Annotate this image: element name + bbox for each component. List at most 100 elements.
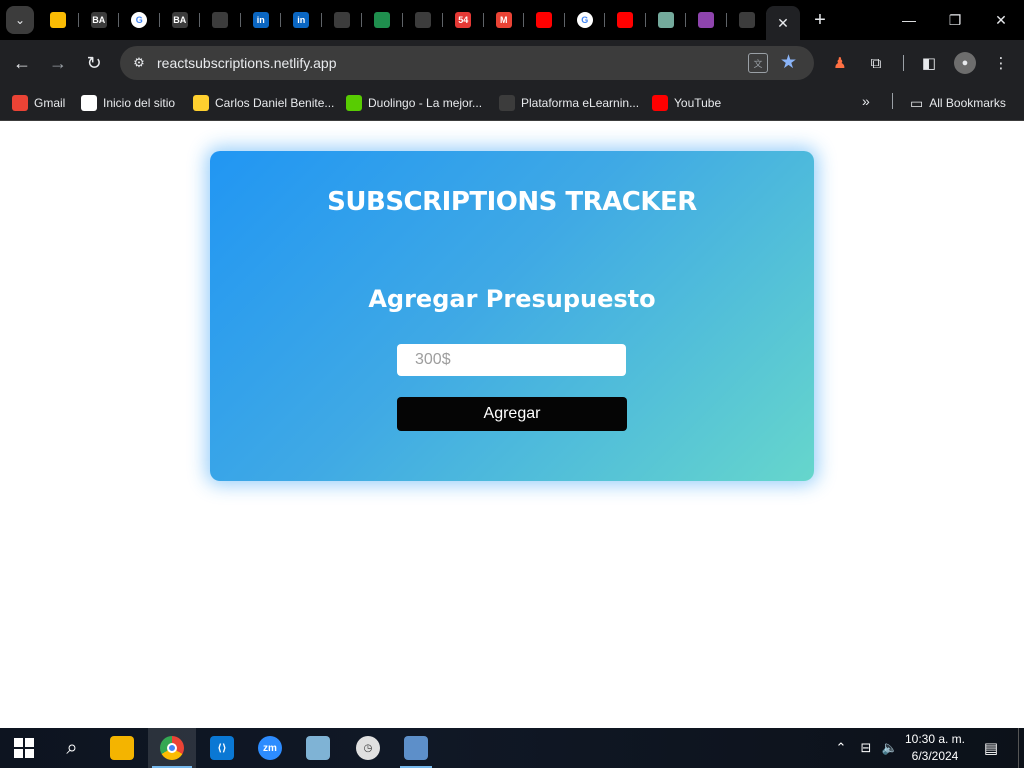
bolt-icon [414,12,431,28]
pinned-tab[interactable]: BA [160,0,201,40]
github-icon [738,12,755,28]
show-hidden-icons[interactable]: ⌃ [832,728,850,768]
tab-strip: ⌄ BA G BA in in 54 M G ✕ + — ❐ ✕ [0,0,1024,40]
pinned-tab[interactable] [727,0,768,40]
bookmark-label: Carlos Daniel Benite... [215,96,335,110]
menu-kebab-icon[interactable]: ⋮ [990,52,1012,74]
taskbar-search[interactable]: ⌕ [48,728,96,768]
taskbar-notes[interactable] [294,728,342,768]
side-panel-icon[interactable]: ◧ [918,52,940,74]
taskbar-remote-desktop[interactable] [392,728,440,768]
taskbar-zoom[interactable]: zm [246,728,294,768]
chrome-icon [160,736,184,760]
pinned-tab[interactable] [322,0,363,40]
music-icon [698,12,715,28]
search-icon: ⌕ [66,736,78,759]
pinned-tab[interactable] [524,0,565,40]
pinned-tab[interactable] [646,0,687,40]
translate-icon[interactable]: 文 [748,53,768,73]
bookmark-item[interactable]: Duolingo - La mejor... [346,93,482,113]
minimize-button[interactable]: — [886,0,932,40]
restore-icon: ❐ [948,11,962,28]
chatgpt-icon [657,12,674,28]
browser-chrome: ⌄ BA G BA in in 54 M G ✕ + — ❐ ✕ ← → ↻ ⚙ react [0,0,1024,121]
pinned-tab[interactable]: in [281,0,322,40]
pinned-tab[interactable]: BA [79,0,120,40]
duolingo-icon [346,95,362,111]
bookmark-item[interactable]: YouTube [652,93,721,113]
extensions-puzzle-icon[interactable]: ⧉ [865,52,887,74]
extension-icon[interactable]: ♟ [829,52,851,74]
pinned-tab[interactable]: G [119,0,160,40]
gmail-icon [12,95,28,111]
plus-icon: + [814,8,826,31]
ba-icon: BA [90,12,107,28]
taskbar-clock-app[interactable]: ◷ [344,728,392,768]
linkedin-icon: in [293,12,310,28]
notes-icon [306,736,330,760]
pinned-tab[interactable]: in [241,0,282,40]
reload-icon: ↻ [86,52,102,73]
pinned-tab[interactable]: G [565,0,606,40]
windows-start-icon[interactable] [14,738,34,758]
taskbar-file-explorer[interactable] [98,728,146,768]
google-icon: G [131,12,148,28]
bookmarks-bar: Gmail Inicio del sitio Carlos Daniel Benit… [0,86,1024,120]
ba-icon: BA [171,12,188,28]
pinned-tab[interactable] [200,0,241,40]
bookmark-item[interactable]: Carlos Daniel Benite... [193,93,334,113]
pinned-tab[interactable] [403,0,444,40]
active-tab[interactable]: ✕ [766,6,800,40]
pinned-tabs: BA G BA in in 54 M G [38,0,767,40]
forward-button[interactable]: → [46,51,70,75]
profile-avatar[interactable]: ● [954,52,976,74]
terminal-icon [81,95,97,111]
app-title: SUBSCRIPTIONS TRACKER [327,187,697,217]
add-budget-button[interactable]: Agregar [397,397,627,431]
budget-heading: Agregar Presupuesto [368,285,656,313]
clock-date: 6/3/2024 [911,749,959,763]
pinned-tab[interactable] [605,0,646,40]
bookmark-item[interactable]: Plataforma eLearnin... [499,93,639,113]
close-icon: ✕ [995,11,1007,28]
show-desktop-button[interactable] [1018,728,1019,768]
youtube-icon [536,12,553,28]
url-text[interactable]: reactsubscriptions.netlify.app [157,55,337,71]
bookmark-item[interactable]: Inicio del sitio [81,93,175,113]
bookmark-star-icon[interactable]: ★ [780,51,797,74]
more-bookmarks-icon[interactable]: » [862,93,870,109]
close-window-button[interactable]: ✕ [978,0,1024,40]
new-tab-button[interactable]: + [808,8,832,32]
taskbar-chrome[interactable] [148,728,196,768]
google-drive-icon [50,12,67,28]
bolt-icon [374,12,391,28]
bookmarks-divider [892,93,893,109]
pinned-tab[interactable]: 54 [443,0,484,40]
pinned-tab[interactable] [362,0,403,40]
arrow-left-icon: ← [13,52,31,73]
network-icon[interactable]: ⊟ [856,728,876,768]
close-tab-icon[interactable]: ✕ [777,15,789,32]
tab-search-button[interactable]: ⌄ [6,6,34,34]
address-bar[interactable]: ⚙ reactsubscriptions.netlify.app 文 ★ [120,46,814,80]
restore-button[interactable]: ❐ [932,0,978,40]
pinned-tab[interactable]: M [484,0,525,40]
minimize-icon: — [902,12,916,28]
bookmark-label: Gmail [34,96,66,110]
taskbar-vscode[interactable]: ⟨⟩ [198,728,246,768]
bookmark-item[interactable]: Gmail [12,93,65,113]
vscode-icon: ⟨⟩ [210,736,234,760]
pinned-tab[interactable] [686,0,727,40]
site-info-icon[interactable]: ⚙ [128,52,150,74]
reload-button[interactable]: ↻ [82,51,106,75]
back-button[interactable]: ← [10,51,34,75]
all-bookmarks-button[interactable]: ▭ All Bookmarks [910,93,1006,113]
pinned-tab[interactable] [38,0,79,40]
budget-input[interactable] [397,344,626,376]
browser-toolbar: ← → ↻ ⚙ reactsubscriptions.netlify.app 文… [0,40,1024,86]
github-icon [212,12,229,28]
volume-icon[interactable]: 🔈 [880,728,900,768]
gmail-icon: M [495,12,512,28]
system-clock[interactable]: 10:30 a. m. 6/3/2024 [900,731,970,765]
notification-center-icon[interactable]: ▤ [980,738,1002,758]
